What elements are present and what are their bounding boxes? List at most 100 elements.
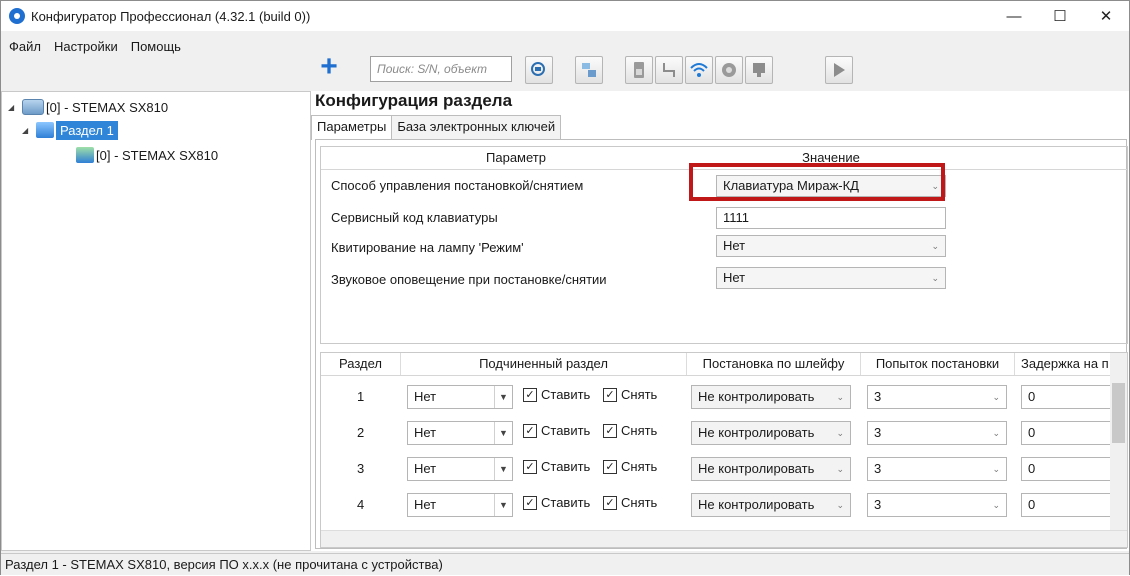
menu-file[interactable]: Файл xyxy=(9,39,41,54)
select-value: 3 xyxy=(874,389,882,404)
select-value: Нет xyxy=(414,497,437,512)
param-label: Способ управления постановкой/снятием xyxy=(331,178,584,193)
satellite-device-icon xyxy=(22,99,44,115)
loop-arming-select[interactable]: Не контролировать ⌄ xyxy=(691,457,851,481)
disarm-label: Снять xyxy=(621,459,658,474)
search-device-icon[interactable] xyxy=(525,56,553,84)
menu-help[interactable]: Помощь xyxy=(131,39,181,54)
loop-arming-select[interactable]: Не контролировать ⌄ xyxy=(691,385,851,409)
delay-input[interactable]: 0 xyxy=(1021,493,1121,517)
chevron-down-icon: ⌄ xyxy=(931,273,939,283)
tree-item-child[interactable]: [0] - STEMAX SX810 xyxy=(76,144,218,166)
sim-card-icon[interactable] xyxy=(625,56,653,84)
tab-parameters[interactable]: Параметры xyxy=(311,115,393,140)
chevron-down-icon: ⌄ xyxy=(836,500,844,510)
dropdown-arrow-icon[interactable]: ▼ xyxy=(494,458,512,480)
tree-item-section[interactable]: ◢ Раздел 1 xyxy=(22,119,118,141)
disarm-label: Снять xyxy=(621,495,658,510)
wifi-icon[interactable] xyxy=(685,56,713,84)
mode-lamp-select[interactable]: Нет ⌄ xyxy=(716,235,946,257)
arm-checkbox[interactable]: ✓ xyxy=(523,424,537,438)
disarm-label: Снять xyxy=(621,423,658,438)
page-title: Конфигурация раздела xyxy=(315,91,513,110)
add-icon[interactable]: + xyxy=(315,50,343,83)
main-panel: Конфигурация раздела Параметры База элек… xyxy=(311,91,1129,551)
play-icon[interactable] xyxy=(825,56,853,84)
header-divider xyxy=(321,375,1127,376)
disarm-label: Снять xyxy=(621,387,658,402)
tab-keys-database[interactable]: База электронных ключей xyxy=(391,115,562,139)
select-value: 3 xyxy=(874,425,882,440)
delay-input[interactable]: 0 xyxy=(1021,421,1121,445)
collapse-icon[interactable]: ◢ xyxy=(8,103,18,112)
device-tree: ◢ [0] - STEMAX SX810 ◢ Раздел 1 [0] - ST… xyxy=(1,91,311,551)
arming-attempts-select[interactable]: 3 ⌄ xyxy=(867,457,1007,481)
users-icon[interactable] xyxy=(575,56,603,84)
section-icon xyxy=(36,122,54,138)
arming-attempts-select[interactable]: 3 ⌄ xyxy=(867,385,1007,409)
maximize-button[interactable]: ☐ xyxy=(1037,1,1083,31)
tree-item-root[interactable]: ◢ [0] - STEMAX SX810 xyxy=(8,96,168,118)
dropdown-arrow-icon[interactable]: ▼ xyxy=(494,386,512,408)
loop-arming-select[interactable]: Не контролировать ⌄ xyxy=(691,493,851,517)
disarm-checkbox[interactable]: ✓ xyxy=(603,460,617,474)
chevron-down-icon: ⌄ xyxy=(836,464,844,474)
param-label: Квитирование на лампу 'Режим' xyxy=(331,240,524,255)
column-header-param: Параметр xyxy=(486,150,546,165)
window-title: Конфигуратор Профессионал (4.32.1 (build… xyxy=(31,8,311,24)
disarm-checkbox[interactable]: ✓ xyxy=(603,424,617,438)
chevron-down-icon: ⌄ xyxy=(992,428,1000,438)
select-value: Не контролировать xyxy=(698,497,815,512)
network-icon[interactable] xyxy=(715,56,743,84)
arm-label: Ставить xyxy=(541,387,591,402)
column-header-section: Раздел xyxy=(321,353,401,375)
arming-attempts-select[interactable]: 3 ⌄ xyxy=(867,421,1007,445)
scroll-thumb[interactable] xyxy=(1112,383,1125,443)
select-value: 3 xyxy=(874,497,882,512)
arm-checkbox[interactable]: ✓ xyxy=(523,460,537,474)
arm-label: Ставить xyxy=(541,459,591,474)
section-number: 3 xyxy=(357,461,365,476)
dropdown-arrow-icon[interactable]: ▼ xyxy=(494,422,512,444)
app-logo-icon xyxy=(9,8,25,24)
arm-label: Ставить xyxy=(541,423,591,438)
minimize-button[interactable]: — xyxy=(991,1,1037,31)
device-icon xyxy=(76,147,94,163)
chevron-down-icon: ⌄ xyxy=(931,241,939,251)
app-window: Конфигуратор Профессионал (4.32.1 (build… xyxy=(0,0,1130,575)
param-label: Звуковое оповещение при постановке/сняти… xyxy=(331,272,607,287)
param-label: Сервисный код клавиатуры xyxy=(331,210,498,225)
close-button[interactable]: ✕ xyxy=(1083,1,1129,31)
device-icon[interactable] xyxy=(745,56,773,84)
disarm-checkbox[interactable]: ✓ xyxy=(603,496,617,510)
service-code-input[interactable]: 1111 xyxy=(716,207,946,229)
chevron-down-icon: ⌄ xyxy=(992,500,1000,510)
subsection-select[interactable]: Нет ▼ xyxy=(407,493,513,517)
search-input[interactable]: Поиск: S/N, объект xyxy=(370,56,512,82)
dropdown-arrow-icon[interactable]: ▼ xyxy=(494,494,512,516)
subsection-select[interactable]: Нет ▼ xyxy=(407,385,513,409)
subsection-select[interactable]: Нет ▼ xyxy=(407,457,513,481)
select-value: Нет xyxy=(723,270,746,285)
arm-checkbox[interactable]: ✓ xyxy=(523,496,537,510)
menu-bar: Файл Настройки Помощь xyxy=(1,31,311,61)
chevron-down-icon: ⌄ xyxy=(836,392,844,402)
collapse-icon[interactable]: ◢ xyxy=(22,126,32,135)
arm-checkbox[interactable]: ✓ xyxy=(523,388,537,402)
sound-alert-select[interactable]: Нет ⌄ xyxy=(716,267,946,289)
section-number: 2 xyxy=(357,425,365,440)
select-value: 3 xyxy=(874,461,882,476)
disarm-checkbox[interactable]: ✓ xyxy=(603,388,617,402)
wired-connection-icon[interactable] xyxy=(655,56,683,84)
delay-input[interactable]: 0 xyxy=(1021,385,1121,409)
delay-input[interactable]: 0 xyxy=(1021,457,1121,481)
loop-arming-select[interactable]: Не контролировать ⌄ xyxy=(691,421,851,445)
subsection-select[interactable]: Нет ▼ xyxy=(407,421,513,445)
tree-item-label: [0] - STEMAX SX810 xyxy=(96,147,219,163)
vertical-scrollbar[interactable] xyxy=(1110,353,1127,531)
chevron-down-icon: ⌄ xyxy=(992,392,1000,402)
menu-settings[interactable]: Настройки xyxy=(54,39,118,54)
horizontal-scrollbar[interactable] xyxy=(321,530,1127,547)
arming-attempts-select[interactable]: 3 ⌄ xyxy=(867,493,1007,517)
tree-item-label: Раздел 1 xyxy=(56,120,118,140)
